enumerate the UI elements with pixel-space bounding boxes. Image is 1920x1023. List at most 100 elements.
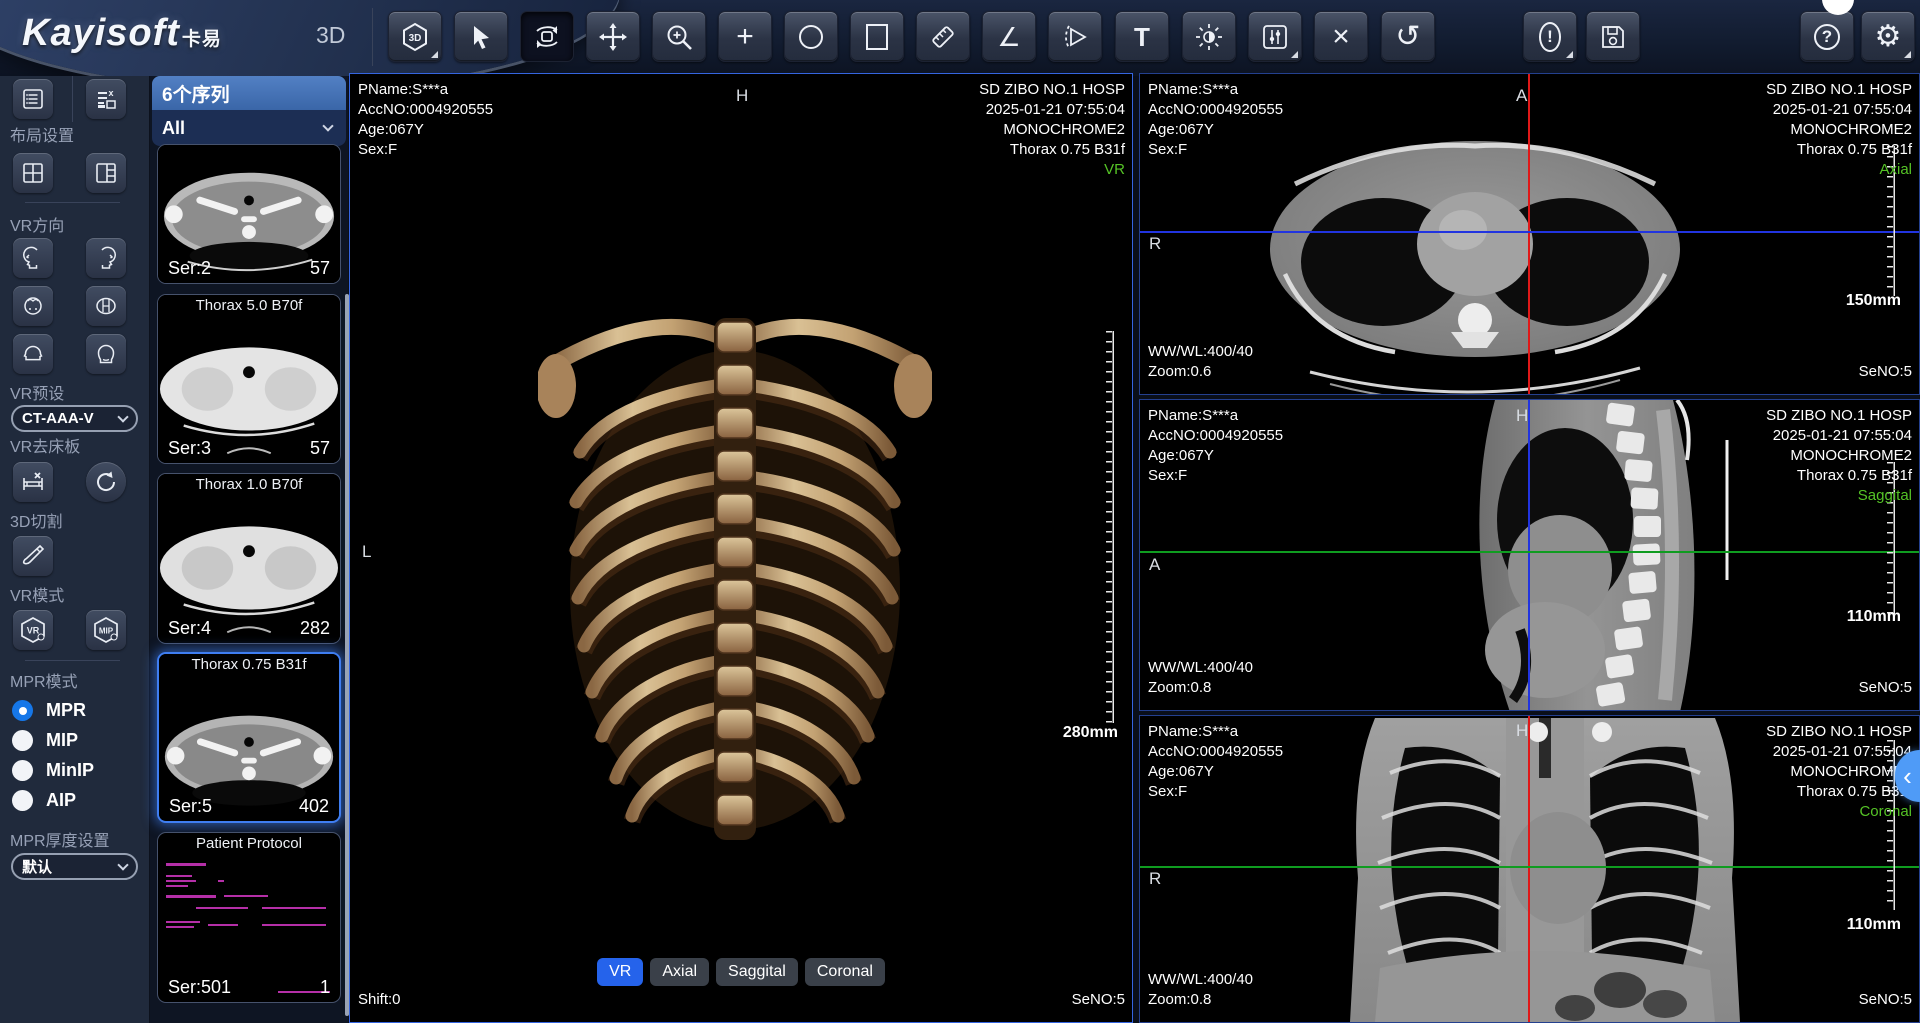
brightness-tool-button[interactable] bbox=[1182, 11, 1236, 62]
axial-viewport[interactable]: A R PName:S***a AccNO:0004920555 Age:067… bbox=[1139, 73, 1920, 395]
layout-close-button[interactable]: x bbox=[86, 79, 126, 119]
coronal-crosshair-vertical[interactable] bbox=[1528, 716, 1530, 1022]
text-tool-button[interactable]: T bbox=[1115, 11, 1169, 62]
sagittal-ct-image bbox=[1425, 400, 1765, 711]
vr-head-back-button[interactable] bbox=[13, 334, 53, 374]
series-number-overlay: SeNO:5 bbox=[1859, 362, 1912, 382]
window-level-button[interactable] bbox=[1248, 11, 1302, 62]
layout-split-button[interactable] bbox=[86, 153, 126, 193]
layout-grid-button[interactable] bbox=[13, 153, 53, 193]
vr-preset-dropdown[interactable]: CT-AAA-V bbox=[11, 405, 138, 432]
patient-sex: Sex:F bbox=[358, 140, 493, 160]
angle-tool-button[interactable]: ∠ bbox=[982, 11, 1036, 62]
brightness-icon bbox=[1195, 23, 1223, 51]
cobb-angle-tool-button[interactable] bbox=[1048, 11, 1102, 62]
view-type-label: Saggital bbox=[1766, 486, 1912, 506]
series-filter-dropdown[interactable]: All bbox=[152, 110, 346, 146]
mpr-thickness-label: MPR厚度设置 bbox=[10, 827, 110, 851]
series-number-overlay: SeNO:5 bbox=[1072, 990, 1125, 1010]
vr-ruler-label: 280mm bbox=[1063, 724, 1118, 742]
crosshair-tool-button[interactable]: + bbox=[718, 11, 772, 62]
axial-crosshair-horizontal[interactable] bbox=[1140, 231, 1919, 233]
radio-mpr[interactable]: MPR bbox=[12, 700, 86, 721]
vr-viewport[interactable]: PName:S***a AccNO:0004920555 Age:067Y Se… bbox=[349, 73, 1133, 1023]
vr-bed-label: VR去床板 bbox=[10, 433, 80, 457]
radio-dot[interactable] bbox=[12, 760, 33, 781]
vr-head-front-button[interactable] bbox=[86, 334, 126, 374]
3d-preset-button[interactable]: 3D bbox=[388, 11, 442, 62]
switch-axial-button[interactable]: Axial bbox=[650, 958, 709, 986]
switch-sagittal-button[interactable]: Saggital bbox=[716, 958, 798, 986]
series-thumbnail-5[interactable]: Patient Protocol Ser:501 1 bbox=[157, 832, 341, 1003]
save-icon bbox=[1600, 24, 1626, 50]
coronal-crosshair-horizontal[interactable] bbox=[1140, 866, 1919, 868]
sagittal-viewport[interactable]: H A PName:S***a AccNO:0004920555 Age:067… bbox=[1139, 399, 1920, 711]
radio-label-aip: AIP bbox=[46, 790, 76, 811]
series-thumbnail-2[interactable]: Thorax 5.0 B70f Ser:3 57 bbox=[157, 294, 341, 464]
delete-tool-button[interactable]: × bbox=[1314, 11, 1368, 62]
bed-remove-icon bbox=[21, 470, 45, 494]
prompt-info-button[interactable]: ! bbox=[1523, 11, 1577, 62]
patient-overlay: PName:S***a AccNO:0004920555 Age:067Y Se… bbox=[1148, 406, 1283, 486]
bed-reset-button[interactable] bbox=[86, 462, 126, 502]
reset-tool-button[interactable]: ↺ bbox=[1381, 11, 1435, 62]
series-thumbnail-1[interactable]: Ser:2 57 bbox=[157, 144, 341, 284]
scalpel-button[interactable] bbox=[13, 536, 53, 576]
radio-minip[interactable]: MinIP bbox=[12, 760, 94, 781]
pan-tool-button[interactable] bbox=[586, 11, 640, 62]
series-number-overlay: SeNO:5 bbox=[1859, 678, 1912, 698]
coronal-ruler-label: 110mm bbox=[1847, 916, 1901, 934]
rectangle-tool-button[interactable] bbox=[850, 11, 904, 62]
vr-head-left-button[interactable] bbox=[13, 238, 53, 278]
hospital-name: SD ZIBO NO.1 HOSP bbox=[1766, 722, 1912, 742]
series-count-text: 6个序列 bbox=[162, 80, 230, 107]
mpr-thickness-dropdown[interactable]: 默认 bbox=[11, 853, 138, 880]
vr-head-top-button[interactable] bbox=[13, 286, 53, 326]
series-thumbnail-3[interactable]: Thorax 1.0 B70f Ser:4 282 bbox=[157, 473, 341, 644]
switch-vr-button[interactable]: VR bbox=[597, 958, 643, 986]
vr-head-right-button[interactable] bbox=[86, 238, 126, 278]
switch-coronal-button[interactable]: Coronal bbox=[805, 958, 885, 986]
save-button[interactable] bbox=[1586, 11, 1640, 62]
radio-dot[interactable] bbox=[12, 790, 33, 811]
axial-crosshair-vertical[interactable] bbox=[1528, 74, 1530, 394]
zoom-tool-button[interactable] bbox=[652, 11, 706, 62]
wwwl-value: WW/WL:400/40 bbox=[1148, 658, 1253, 678]
thumb-title: Thorax 5.0 B70f bbox=[158, 297, 340, 314]
sagittal-crosshair-horizontal[interactable] bbox=[1140, 551, 1919, 553]
layout-list-button[interactable] bbox=[13, 79, 53, 119]
thumb-footer: Ser:5 402 bbox=[169, 796, 329, 817]
radio-aip[interactable]: AIP bbox=[12, 790, 76, 811]
vr-hex-button[interactable]: VR bbox=[13, 610, 53, 650]
ellipse-tool-button[interactable] bbox=[784, 11, 838, 62]
radio-dot-selected[interactable] bbox=[12, 700, 33, 721]
head-bottom-icon bbox=[94, 294, 118, 318]
collapse-arrow-icon: ‹ bbox=[1903, 761, 1912, 792]
radio-dot[interactable] bbox=[12, 730, 33, 751]
series-thumbnail-4-selected[interactable]: Thorax 0.75 B31f Ser:5 402 bbox=[157, 652, 341, 823]
thumb-series-number: Ser:2 bbox=[168, 258, 211, 279]
vr-head-bottom-button[interactable] bbox=[86, 286, 126, 326]
radio-mip[interactable]: MIP bbox=[12, 730, 78, 751]
split-layout-icon bbox=[95, 162, 117, 184]
layout-x-icon: x bbox=[95, 88, 117, 110]
coronal-viewport[interactable]: H R PName:S***a AccNO:0004920555 Age:067… bbox=[1139, 715, 1920, 1023]
pan-icon bbox=[599, 23, 627, 51]
logo-text: Kayisoft bbox=[22, 12, 180, 54]
settings-button[interactable]: ⚙ bbox=[1861, 11, 1915, 62]
study-datetime: 2025-01-21 07:55:04 bbox=[1766, 100, 1912, 120]
patient-age: Age:067Y bbox=[1148, 446, 1283, 466]
mip-hex-button[interactable]: MIP bbox=[86, 610, 126, 650]
sagittal-crosshair-vertical[interactable] bbox=[1528, 400, 1530, 710]
help-button[interactable]: ? bbox=[1800, 11, 1854, 62]
study-overlay: SD ZIBO NO.1 HOSP 2025-01-21 07:55:04 MO… bbox=[1766, 80, 1912, 180]
ruler-tool-button[interactable] bbox=[916, 11, 970, 62]
sagittal-ruler-label: 110mm bbox=[1847, 608, 1901, 626]
3d-cube-icon: 3D bbox=[400, 22, 430, 52]
zoom-value: Zoom:0.6 bbox=[1148, 362, 1253, 382]
cursor-tool-button[interactable] bbox=[454, 11, 508, 62]
remove-bed-button[interactable] bbox=[13, 462, 53, 502]
rotate-3d-tool-button[interactable] bbox=[520, 11, 574, 62]
vr-preset-value: CT-AAA-V bbox=[22, 410, 94, 427]
study-overlay: SD ZIBO NO.1 HOSP 2025-01-21 07:55:04 MO… bbox=[979, 80, 1125, 180]
